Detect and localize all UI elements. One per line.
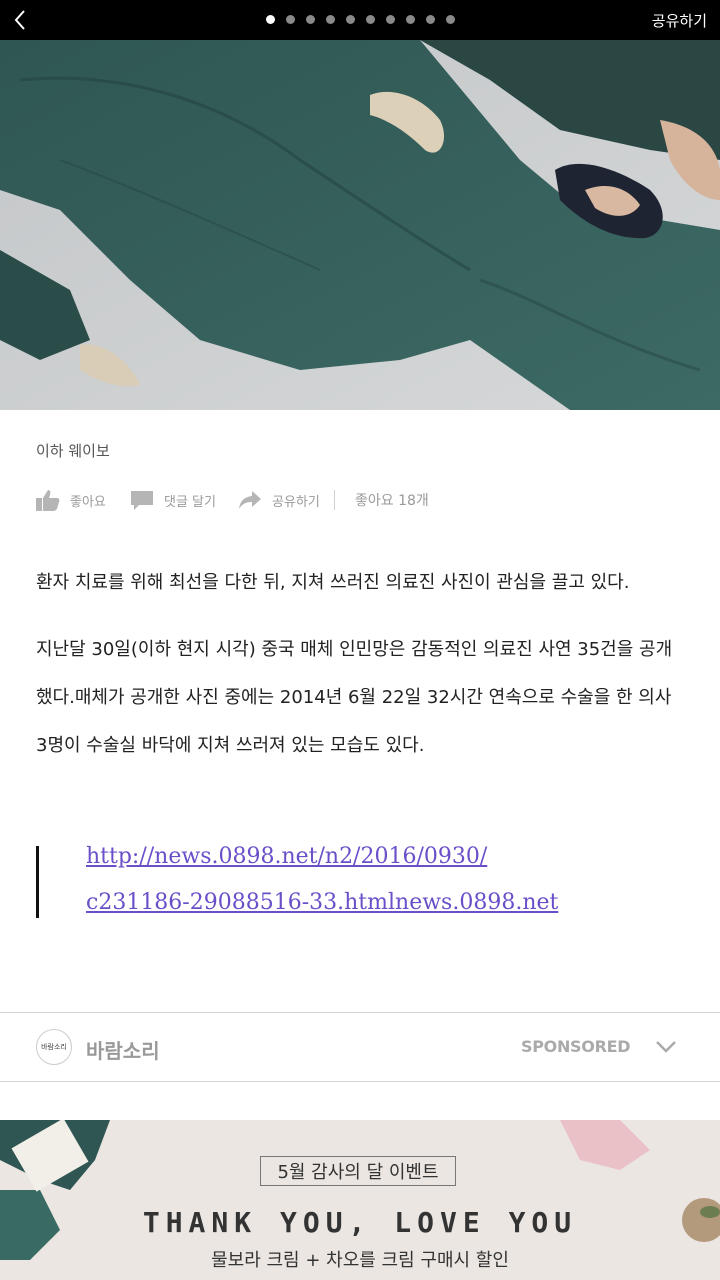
page-dot[interactable] [425,15,435,24]
photo-source: 이하 웨이보 [36,442,110,460]
sponsored-header: 바람소리 바람소리 SPONSORED [0,1012,720,1082]
sponsor-logo-text: 바람소리 [41,1043,67,1051]
thumbs-up-icon [36,489,60,511]
article-photo [0,40,720,410]
source-link-line-2[interactable]: c231186-29088516-33.htmlnews.0898.net [86,890,558,915]
source-link-block: http://news.0898.net/n2/2016/0930/ c2311… [86,834,696,926]
ad-headline: THANK YOU, LOVE YOU [142,1206,578,1239]
ad-event-label: 5월 감사의 달 이벤트 [260,1156,456,1186]
comment-button[interactable]: 댓글 달기 [130,489,238,511]
page-dot[interactable] [265,15,275,24]
page-dot[interactable] [445,15,455,24]
page-dot[interactable] [365,15,375,24]
sponsor-logo[interactable]: 바람소리 [36,1029,72,1065]
share-action-button[interactable]: 공유하기 [238,489,334,511]
divider [334,490,335,510]
sponsor-name[interactable]: 바람소리 [86,1035,160,1064]
share-arrow-icon [238,489,262,511]
page-dot[interactable] [345,15,355,24]
like-label: 좋아요 [70,494,106,510]
ad-subtitle: 물보라 크림 + 차오를 크림 구매시 할인 [211,1250,509,1271]
page-dot[interactable] [285,15,295,24]
ad-banner[interactable]: 5월 감사의 달 이벤트 THANK YOU, LOVE YOU 물보라 크림 … [0,1120,720,1280]
comment-label: 댓글 달기 [164,494,216,510]
like-button[interactable]: 좋아요 [36,489,130,511]
page-dot[interactable] [325,15,335,24]
action-bar: 좋아요 댓글 달기 공유하기 좋아요 18개 [36,486,429,514]
article-paragraph-2: 지난달 30일(이하 현지 시각) 중국 매체 인민망은 감동적인 의료진 사연… [36,639,673,756]
page-indicator [0,15,720,24]
like-count[interactable]: 좋아요 18개 [355,490,429,510]
chevron-down-icon[interactable] [654,1039,678,1059]
source-link-line-1[interactable]: http://news.0898.net/n2/2016/0930/ [86,844,487,869]
top-bar: 공유하기 [0,0,720,40]
article-paragraph-1: 환자 치료를 위해 최선을 다한 뒤, 지쳐 쓰러진 의료진 사진이 관심을 끌… [36,572,630,593]
sponsored-tag: SPONSORED [521,1037,631,1056]
share-button[interactable]: 공유하기 [652,10,707,31]
page-dot[interactable] [385,15,395,24]
comment-bubble-icon [130,489,154,511]
page-dot[interactable] [305,15,315,24]
page-dot[interactable] [405,15,415,24]
share-action-label: 공유하기 [272,494,320,510]
